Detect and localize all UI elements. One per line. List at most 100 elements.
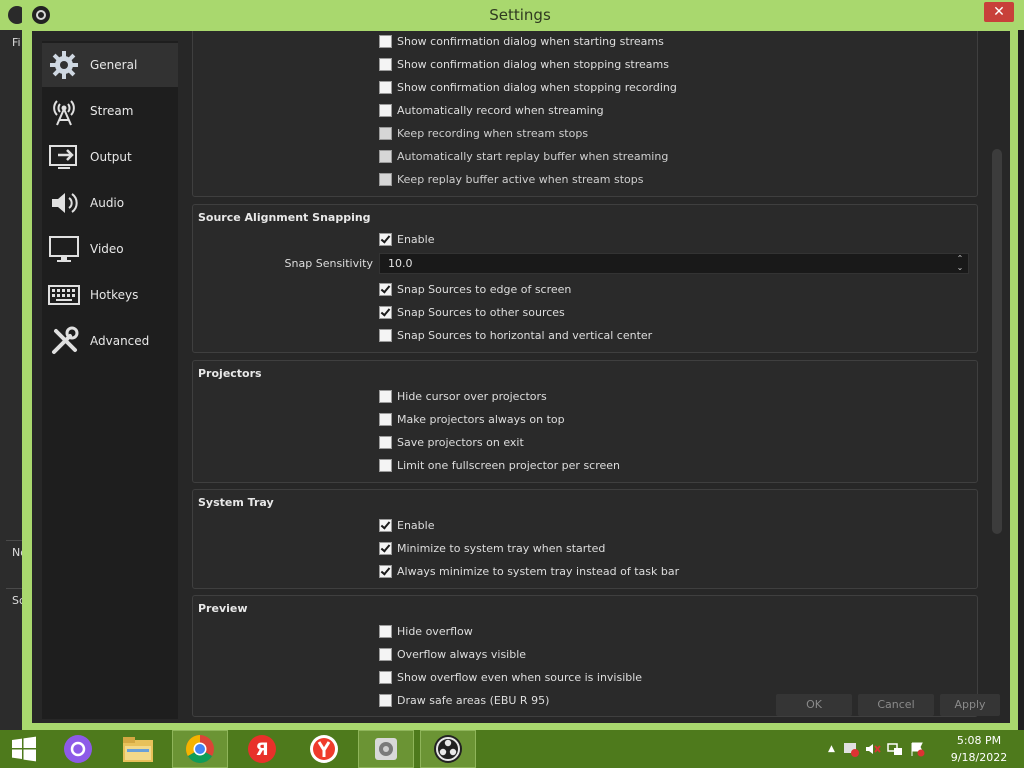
checkbox-label: Hide cursor over projectors xyxy=(397,389,547,403)
checkbox-box xyxy=(379,126,392,140)
checkbox-hide-overflow[interactable]: Hide overflow xyxy=(379,622,473,640)
sidebar-item-label: Stream xyxy=(90,104,134,118)
vertical-scrollbar[interactable] xyxy=(990,31,1004,723)
obs-icon xyxy=(434,735,462,763)
taskbar-file-explorer[interactable] xyxy=(110,730,166,768)
clock-date: 9/18/2022 xyxy=(950,751,1008,764)
checkbox-box xyxy=(379,670,392,684)
group-title: Source Alignment Snapping xyxy=(198,211,371,224)
checkbox-snapping-enable[interactable]: Enable xyxy=(379,230,434,248)
scrollbar-thumb[interactable] xyxy=(992,149,1002,534)
checkbox-overflow-invisible[interactable]: Show overflow even when source is invisi… xyxy=(379,668,642,686)
checkbox-confirm-stop-stream[interactable]: Show confirmation dialog when stopping s… xyxy=(379,55,669,73)
spin-buttons: ⌃ ⌄ xyxy=(952,254,968,273)
checkbox-box xyxy=(379,305,392,319)
checkbox-box xyxy=(379,80,392,94)
checkbox-box xyxy=(379,624,392,638)
broadcast-antenna-icon xyxy=(46,93,82,129)
checkbox-auto-replay-buffer[interactable]: Automatically start replay buffer when s… xyxy=(379,147,668,165)
checkbox-hide-cursor[interactable]: Hide cursor over projectors xyxy=(379,387,547,405)
sidebar-item-output[interactable]: Output xyxy=(42,135,178,179)
taskbar-clock[interactable]: 5:08 PM 9/18/2022 xyxy=(944,732,1014,766)
checkbox-save-projectors[interactable]: Save projectors on exit xyxy=(379,433,524,451)
snap-sensitivity-row: Snap Sensitivity 10.0 ⌃ ⌄ xyxy=(193,253,979,275)
sidebar-item-label: Output xyxy=(90,150,132,164)
title-bar[interactable]: Settings ✕ xyxy=(22,0,1018,31)
tray-overflow-arrow-icon[interactable]: ▲ xyxy=(828,744,835,754)
checkbox-label: Show confirmation dialog when stopping s… xyxy=(397,57,669,71)
sidebar-item-general[interactable]: General xyxy=(42,43,178,87)
start-button[interactable] xyxy=(0,730,48,768)
folder-icon xyxy=(123,737,153,762)
checkbox-label: Hide overflow xyxy=(397,624,473,638)
flag-notification-icon[interactable] xyxy=(909,741,925,757)
checkbox-confirm-start-stream[interactable]: Show confirmation dialog when starting s… xyxy=(379,32,664,50)
checkbox-label: Snap Sources to horizontal and vertical … xyxy=(397,328,653,342)
snap-sensitivity-label: Snap Sensitivity xyxy=(284,257,373,270)
cancel-button[interactable]: Cancel xyxy=(858,694,934,716)
checkbox-limit-fullscreen[interactable]: Limit one fullscreen projector per scree… xyxy=(379,456,620,474)
alice-icon xyxy=(64,735,92,763)
taskbar-chrome[interactable] xyxy=(172,730,228,768)
sidebar-item-audio[interactable]: Audio xyxy=(42,181,178,225)
checkbox-minimize-to-tray[interactable]: Minimize to system tray when started xyxy=(379,539,605,557)
checkbox-label: Snap Sources to other sources xyxy=(397,305,565,319)
checkbox-snap-edge[interactable]: Snap Sources to edge of screen xyxy=(379,280,571,298)
taskbar-media-app[interactable] xyxy=(358,730,414,768)
chevron-up-icon[interactable]: ⌃ xyxy=(952,254,968,263)
checkbox-box xyxy=(379,564,392,578)
apply-button[interactable]: Apply xyxy=(940,694,1000,716)
background-menu-label: Fi xyxy=(12,36,21,49)
checkbox-box xyxy=(379,435,392,449)
checkbox-label: Draw safe areas (EBU R 95) xyxy=(397,693,550,707)
checkbox-keep-replay-buffer[interactable]: Keep replay buffer active when stream st… xyxy=(379,170,644,188)
svg-text:Я: Я xyxy=(255,740,268,760)
settings-client: General Stream Output Audio Video Hotkey… xyxy=(32,31,1010,723)
taskbar-yandex[interactable]: Я xyxy=(234,730,290,768)
gear-icon xyxy=(46,47,82,83)
checkbox-box xyxy=(379,232,392,246)
checkbox-label: Keep replay buffer active when stream st… xyxy=(397,172,644,186)
checkbox-safe-areas[interactable]: Draw safe areas (EBU R 95) xyxy=(379,691,549,709)
sidebar-item-hotkeys[interactable]: Hotkeys xyxy=(42,273,178,317)
checkbox-auto-record[interactable]: Automatically record when streaming xyxy=(379,101,604,119)
checkbox-always-minimize-tray[interactable]: Always minimize to system tray instead o… xyxy=(379,562,679,580)
settings-sidebar: General Stream Output Audio Video Hotkey… xyxy=(42,41,178,719)
checkbox-label: Show confirmation dialog when starting s… xyxy=(397,34,664,48)
chevron-down-icon[interactable]: ⌄ xyxy=(952,263,968,272)
snapping-group: Source Alignment Snapping Enable Snap Se… xyxy=(192,204,978,353)
checkbox-label: Enable xyxy=(397,518,435,532)
checkbox-confirm-stop-recording[interactable]: Show confirmation dialog when stopping r… xyxy=(379,78,677,96)
checkbox-overflow-visible[interactable]: Overflow always visible xyxy=(379,645,526,663)
general-settings-panel: Show confirmation dialog when starting s… xyxy=(192,31,988,723)
checkbox-label: Overflow always visible xyxy=(397,647,527,661)
clock-time: 5:08 PM xyxy=(956,734,1002,747)
checkbox-box xyxy=(379,693,392,707)
checkbox-box xyxy=(379,57,392,71)
checkbox-box xyxy=(379,149,392,163)
checkbox-box xyxy=(379,172,392,186)
checkbox-snap-center[interactable]: Snap Sources to horizontal and vertical … xyxy=(379,326,652,344)
checkbox-box xyxy=(379,647,392,661)
taskbar-alice[interactable] xyxy=(50,730,106,768)
network-icon[interactable] xyxy=(887,741,903,757)
ok-button[interactable]: OK xyxy=(776,694,852,716)
sidebar-item-advanced[interactable]: Advanced xyxy=(42,319,178,363)
action-center-icon[interactable] xyxy=(843,741,859,757)
taskbar-obs[interactable] xyxy=(420,730,476,768)
volume-muted-icon[interactable] xyxy=(865,741,881,757)
checkbox-box xyxy=(379,458,392,472)
taskbar-yandex-browser[interactable] xyxy=(296,730,352,768)
checkbox-projectors-on-top[interactable]: Make projectors always on top xyxy=(379,410,565,428)
system-tray: ▲ xyxy=(828,730,925,768)
snap-sensitivity-input[interactable]: 10.0 ⌃ ⌄ xyxy=(379,253,969,274)
taskbar: Я ▲ 5:08 PM 9/18/2022 xyxy=(0,730,1024,768)
checkbox-keep-recording[interactable]: Keep recording when stream stops xyxy=(379,124,588,142)
checkbox-label: Limit one fullscreen projector per scree… xyxy=(397,458,621,472)
sidebar-item-stream[interactable]: Stream xyxy=(42,89,178,133)
close-button[interactable]: ✕ xyxy=(984,2,1014,22)
sidebar-item-video[interactable]: Video xyxy=(42,227,178,271)
checkbox-tray-enable[interactable]: Enable xyxy=(379,516,434,534)
checkbox-label: Keep recording when stream stops xyxy=(397,126,589,140)
checkbox-snap-sources[interactable]: Snap Sources to other sources xyxy=(379,303,565,321)
